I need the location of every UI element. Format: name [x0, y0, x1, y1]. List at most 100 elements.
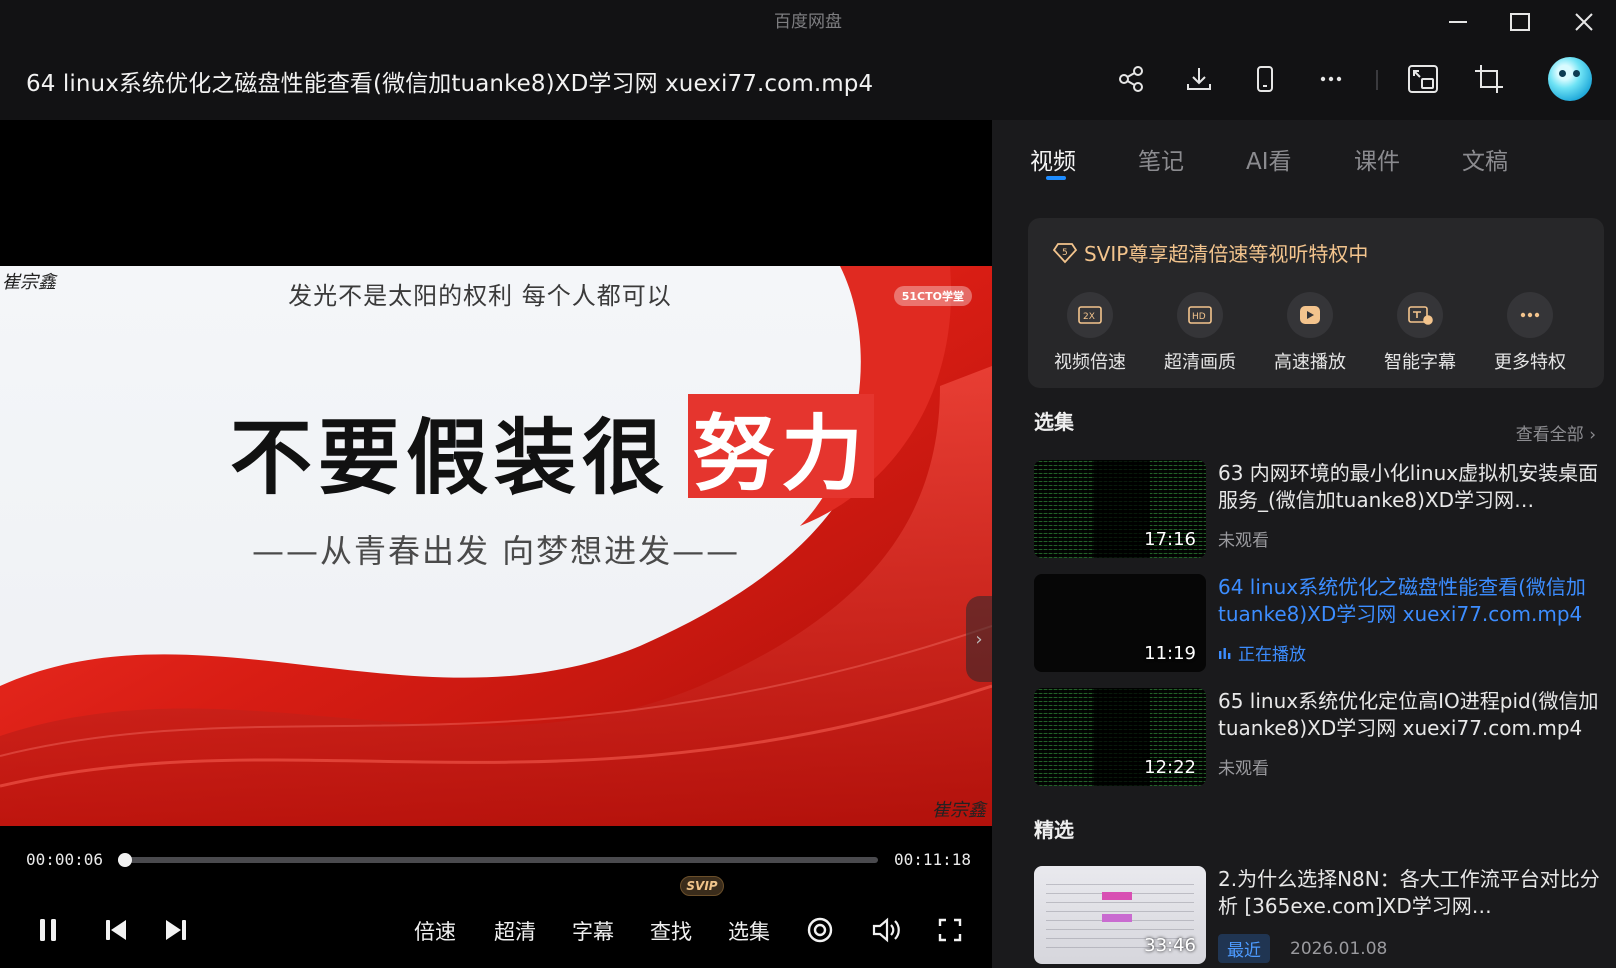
tab-ai-watch[interactable]: AI看 — [1246, 142, 1292, 176]
total-time: 00:11:18 — [894, 850, 972, 869]
perk-hd-quality[interactable]: HD 超清画质 — [1150, 292, 1250, 374]
speed-2x-icon: 2X — [1078, 306, 1102, 324]
close-icon — [1575, 13, 1593, 31]
side-panel: 视频 笔记 AI看 课件 文稿 5 SVIP尊享超清倍速等视听特权中 2X 视频… — [992, 120, 1616, 968]
picture-in-picture-button[interactable] — [1400, 56, 1446, 102]
crop-icon — [1475, 65, 1503, 93]
video-frame[interactable]: 崔宗鑫 崔宗鑫 51CTO学堂 发光不是太阳的权利 每个人都可以 不要假装很 努… — [0, 266, 992, 826]
download-icon — [1187, 68, 1211, 90]
perk-more[interactable]: 更多特权 — [1480, 292, 1580, 374]
minimize-button[interactable] — [1430, 4, 1486, 40]
tab-video[interactable]: 视频 — [1030, 142, 1076, 176]
episode-title: 64 linux系统优化之磁盘性能查看(微信加tuanke8)XD学习网 xue… — [1218, 575, 1586, 626]
see-all-link[interactable]: 查看全部 › — [1516, 420, 1596, 445]
svip-header-text: SVIP尊享超清倍速等视听特权中 — [1084, 242, 1369, 266]
progress-knob[interactable] — [117, 853, 132, 867]
video-headline-highlight: 努力 — [688, 394, 874, 502]
download-button[interactable] — [1176, 56, 1222, 102]
episodes-section-title: 选集 — [1034, 410, 1074, 434]
maximize-icon — [1510, 13, 1530, 31]
episode-duration: 12:22 — [1144, 757, 1196, 778]
featured-duration: 33:46 — [1144, 935, 1196, 956]
title-bar: 百度网盘 64 linux系统优化之磁盘性能查看(微信加tuanke8)XD学习… — [0, 0, 1616, 120]
toolbar-divider — [1376, 70, 1378, 90]
speed-button[interactable]: 倍速 — [414, 916, 456, 946]
quality-button[interactable]: 超清 — [494, 916, 536, 946]
progress-bar[interactable] — [117, 853, 878, 867]
video-player[interactable]: 崔宗鑫 崔宗鑫 51CTO学堂 发光不是太阳的权利 每个人都可以 不要假装很 努… — [0, 120, 992, 968]
more-perks-icon — [1520, 312, 1540, 318]
playing-bars-icon — [1219, 647, 1231, 659]
episode-title: 63 内网环境的最小化linux虚拟机安装桌面服务_(微信加tuanke8)XD… — [1218, 461, 1599, 512]
svip-header: 5 SVIP尊享超清倍速等视听特权中 — [1052, 238, 1368, 267]
fullscreen-button[interactable] — [930, 910, 970, 950]
episode-duration: 17:16 — [1144, 529, 1196, 550]
episodes-button[interactable]: 选集 — [728, 916, 770, 946]
episode-status: 未观看 — [1218, 531, 1269, 551]
smart-subtitle-icon — [1408, 306, 1433, 325]
previous-button[interactable] — [96, 910, 136, 950]
episode-thumbnail: 17:16 — [1034, 460, 1206, 558]
list-item[interactable]: 12:22 65 linux系统优化定位高IO进程pid(微信加tuanke8)… — [1034, 688, 1604, 786]
player-controls: 00:00:06 00:11:18 倍速 超清 字幕 查找 选集 — [0, 826, 992, 968]
panel-toggle-handle[interactable]: › — [966, 596, 992, 682]
featured-thumbnail: 33:46 — [1034, 866, 1206, 964]
tab-notes[interactable]: 笔记 — [1138, 142, 1184, 176]
list-item-current[interactable]: 11:19 64 linux系统优化之磁盘性能查看(微信加tuanke8)XD学… — [1034, 574, 1604, 672]
fullscreen-icon — [938, 918, 962, 942]
video-headline: 不要假装很 — [230, 410, 671, 506]
episode-duration: 11:19 — [1144, 643, 1196, 664]
watermark: 崔宗鑫 — [932, 800, 986, 821]
active-tab-indicator — [1046, 176, 1066, 180]
more-button[interactable] — [1308, 56, 1354, 102]
list-item[interactable]: 17:16 63 内网环境的最小化linux虚拟机安装桌面服务_(微信加tuan… — [1034, 460, 1604, 558]
featured-date: 2026.01.08 — [1290, 938, 1388, 959]
episode-status: 未观看 — [1218, 759, 1269, 779]
maximize-button[interactable] — [1492, 4, 1548, 40]
featured-item[interactable]: 33:46 2.为什么选择N8N：各大工作流平台对比分析 [365exe.com… — [1034, 866, 1604, 964]
user-avatar[interactable] — [1548, 57, 1592, 101]
screenshot-button[interactable] — [800, 910, 840, 950]
featured-title: 2.为什么选择N8N：各大工作流平台对比分析 [365exe.com]XD学习网… — [1218, 867, 1600, 918]
perk-fast-play[interactable]: 高速播放 — [1260, 292, 1360, 374]
app-title: 百度网盘 — [774, 12, 842, 32]
fast-play-icon — [1300, 306, 1320, 324]
episode-thumbnail: 11:19 — [1034, 574, 1206, 672]
pause-button[interactable] — [28, 910, 68, 950]
share-button[interactable] — [1108, 56, 1154, 102]
video-subtitle: 发光不是太阳的权利 每个人都可以 — [288, 282, 672, 310]
episode-title: 65 linux系统优化定位高IO进程pid(微信加tuanke8)XD学习网 … — [1218, 689, 1599, 740]
minimize-icon — [1449, 21, 1467, 23]
episode-status: 正在播放 — [1218, 640, 1306, 665]
tab-courseware[interactable]: 课件 — [1354, 142, 1400, 176]
svip-diamond-icon: 5 — [1052, 242, 1078, 263]
video-tagline: ——从青春出发 向梦想进发—— — [252, 532, 741, 570]
phone-icon — [1257, 66, 1273, 92]
volume-button[interactable] — [866, 910, 906, 950]
more-icon — [1320, 76, 1342, 82]
phone-button[interactable] — [1242, 56, 1288, 102]
share-icon — [1119, 66, 1143, 92]
search-button[interactable]: 查找 — [650, 916, 692, 946]
volume-icon — [872, 917, 900, 943]
svg-text:HD: HD — [1192, 312, 1206, 322]
featured-section-title: 精选 — [1034, 818, 1074, 842]
episode-thumbnail: 12:22 — [1034, 688, 1206, 786]
tab-transcript[interactable]: 文稿 — [1462, 142, 1508, 176]
pause-icon — [40, 919, 56, 941]
featured-meta: 最近 2026.01.08 — [1218, 934, 1387, 963]
crop-button[interactable] — [1466, 56, 1512, 102]
svg-text:5: 5 — [1062, 248, 1068, 258]
svip-banner[interactable]: 5 SVIP尊享超清倍速等视听特权中 2X 视频倍速 HD 超清画质 高速播放 … — [1028, 218, 1604, 388]
close-button[interactable] — [1556, 4, 1612, 40]
perk-smart-subtitle[interactable]: 智能字幕 — [1370, 292, 1470, 374]
recent-badge: 最近 — [1218, 934, 1270, 963]
skip-previous-icon — [106, 920, 126, 940]
subtitle-button[interactable]: 字幕 — [572, 916, 614, 946]
perk-video-speed[interactable]: 2X 视频倍速 — [1040, 292, 1140, 374]
hd-icon: HD — [1188, 306, 1212, 324]
next-button[interactable] — [156, 910, 196, 950]
skip-next-icon — [166, 920, 186, 940]
record-target-icon — [807, 917, 833, 943]
chevron-right-icon: › — [1589, 425, 1596, 445]
